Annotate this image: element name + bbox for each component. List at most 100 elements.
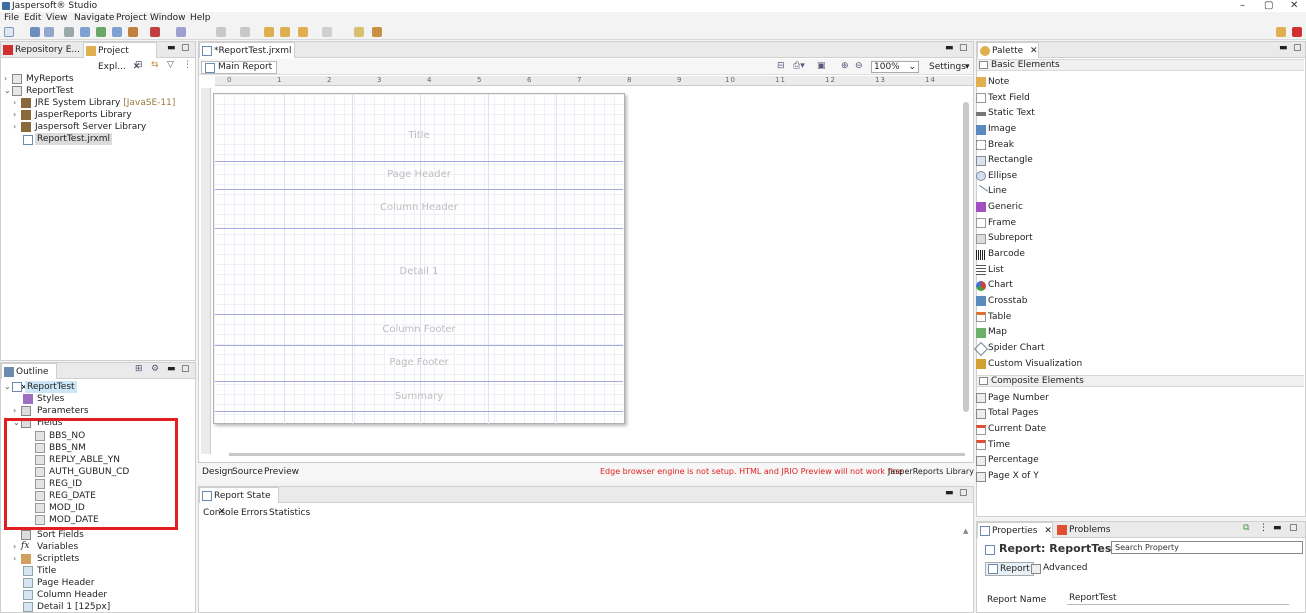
forward-icon[interactable] [322,27,332,37]
wizard-icon[interactable] [128,27,138,37]
tree-item-jasperreports-library[interactable]: JasperReports Library [35,109,132,121]
palette-item-table[interactable]: Table [988,311,1011,323]
zoom-in-icon[interactable]: ⊕ [841,61,849,71]
link-editor-icon[interactable]: ⇆ [151,60,159,70]
layout-icon[interactable]: ⊟ [777,61,785,71]
jasperreports-library-button[interactable]: JasperReports Library [888,467,974,476]
close-icon[interactable]: ✕ [1044,526,1052,536]
palette-item-text-field[interactable]: Text Field [988,92,1030,104]
chevron-right-icon[interactable]: › [13,405,16,417]
vertical-scrollbar[interactable] [963,102,969,412]
back-edit-icon[interactable] [264,27,274,37]
menu-help[interactable]: Help [190,12,211,24]
maximize-view-icon[interactable]: ▢ [1289,523,1298,533]
run-icon[interactable] [150,27,160,37]
forward-edit-icon[interactable] [280,27,290,37]
save-icon[interactable] [30,27,40,37]
new-window-icon[interactable]: ⧉ [1243,523,1249,533]
tree-item-reporttest[interactable]: ReportTest [26,85,74,97]
prev-annotation-icon[interactable] [240,27,250,37]
outline-item-detail[interactable]: Detail 1 [125px] [37,601,110,613]
maximize-view-icon[interactable]: ▢ [181,364,190,374]
chevron-right-icon[interactable]: › [13,109,16,121]
palette-item-static-text[interactable]: Static Text [988,107,1035,119]
band-column-header[interactable]: Column Header [215,202,623,213]
minimize-view-icon[interactable]: ▬ [167,43,176,53]
palette-item-total-pages[interactable]: Total Pages [988,407,1038,419]
tab-palette[interactable]: Palette ✕ [977,42,1039,58]
chevron-down-icon[interactable]: ⌄ [4,381,11,393]
back-icon[interactable] [298,27,308,37]
tab-properties[interactable]: Properties ✕ [977,522,1053,538]
horizontal-scrollbar[interactable] [229,453,965,456]
tab-main-report[interactable]: Main Report [201,61,278,74]
tree-layout-icon[interactable]: ⊞ [135,364,143,374]
collapse-all-icon[interactable]: ⊟ [135,60,143,70]
minimize-button[interactable]: – [1240,0,1245,12]
subtab-report[interactable]: Report [985,562,1034,576]
menu-file[interactable]: File [4,12,19,24]
outline-item-variables[interactable]: Variables [37,541,78,553]
tab-problems[interactable]: Problems [1055,522,1115,538]
tab-source[interactable]: Source [232,467,263,477]
palette-item-ellipse[interactable]: Ellipse [988,170,1017,182]
outline-item-column-header[interactable]: Column Header [37,589,107,601]
tree-item-server-library[interactable]: Jaspersoft Server Library [35,121,146,133]
brush-icon[interactable] [176,27,186,37]
band-summary[interactable]: Summary [215,391,623,402]
palette-item-crosstab[interactable]: Crosstab [988,295,1027,307]
report-name-field[interactable]: ReportTest [1067,593,1289,605]
outline-item-parameters[interactable]: Parameters [37,405,89,417]
menu-project[interactable]: Project [116,12,147,24]
composite-elements-section[interactable]: Composite Elements [977,375,1304,387]
palette-item-list[interactable]: List [988,264,1004,276]
palette-item-chart[interactable]: Chart [988,279,1013,291]
palette-item-current-date[interactable]: Current Date [988,423,1046,435]
menu-edit[interactable]: Edit [24,12,41,24]
chevron-down-icon[interactable]: ▾ [965,62,970,72]
palette-item-rectangle[interactable]: Rectangle [988,154,1033,166]
tab-outline[interactable]: Outline ✕ [1,363,57,393]
link-icon[interactable] [372,27,382,37]
chevron-right-icon[interactable]: › [13,121,16,133]
tab-project-explorer[interactable]: Project Expl... ✕ [83,42,157,72]
subtab-advanced[interactable]: Advanced [1029,562,1090,576]
new-icon[interactable] [4,27,14,37]
palette-item-image[interactable]: Image [988,123,1016,135]
tab-preview[interactable]: Preview [264,467,299,477]
outline-item-sort-fields[interactable]: Sort Fields [37,529,84,541]
report-canvas[interactable] [213,93,625,424]
minimize-view-icon[interactable]: ▬ [945,488,954,498]
maximize-view-icon[interactable]: ▢ [1293,43,1302,53]
palette-item-time[interactable]: Time [988,439,1010,451]
chevron-down-icon[interactable]: ⌄ [4,85,11,97]
chevron-right-icon[interactable]: › [13,97,16,109]
scroll-up-icon[interactable]: ▲ [963,527,968,535]
close-window-button[interactable]: ✕ [1290,0,1298,12]
palette-item-custom-visualization[interactable]: Custom Visualization [988,358,1082,370]
close-icon[interactable]: ✕ [1030,46,1038,56]
compile-icon[interactable] [112,27,122,37]
view-menu-icon[interactable]: ⋮ [1259,523,1268,533]
chevron-right-icon[interactable]: › [4,73,7,85]
tree-item-myreports[interactable]: MyReports [26,73,74,85]
basic-elements-section[interactable]: Basic Elements [977,59,1304,71]
maximize-button[interactable]: ▢ [1264,0,1273,12]
outline-item-styles[interactable]: Styles [37,393,64,405]
minimize-view-icon[interactable]: ▬ [1273,523,1282,533]
image-icon[interactable]: ▣ [817,61,826,71]
perspective-icon[interactable] [1276,27,1286,37]
view-menu-icon[interactable]: ⋮ [183,60,192,70]
palette-item-barcode[interactable]: Barcode [988,248,1025,260]
outline-item-reporttest[interactable]: ReportTest [25,381,77,393]
band-page-footer[interactable]: Page Footer [215,357,623,368]
palette-item-line[interactable]: Line [988,185,1007,197]
band-column-footer[interactable]: Column Footer [215,324,623,335]
palette-item-break[interactable]: Break [988,139,1014,151]
tree-item-jre[interactable]: JRE System Library [JavaSE-11] [35,97,175,109]
outline-item-page-header[interactable]: Page Header [37,577,94,589]
save-all-icon[interactable] [44,27,54,37]
minimize-view-icon[interactable]: ▬ [945,43,954,53]
outline-item-title[interactable]: Title [37,565,56,577]
maximize-view-icon[interactable]: ▢ [181,43,190,53]
